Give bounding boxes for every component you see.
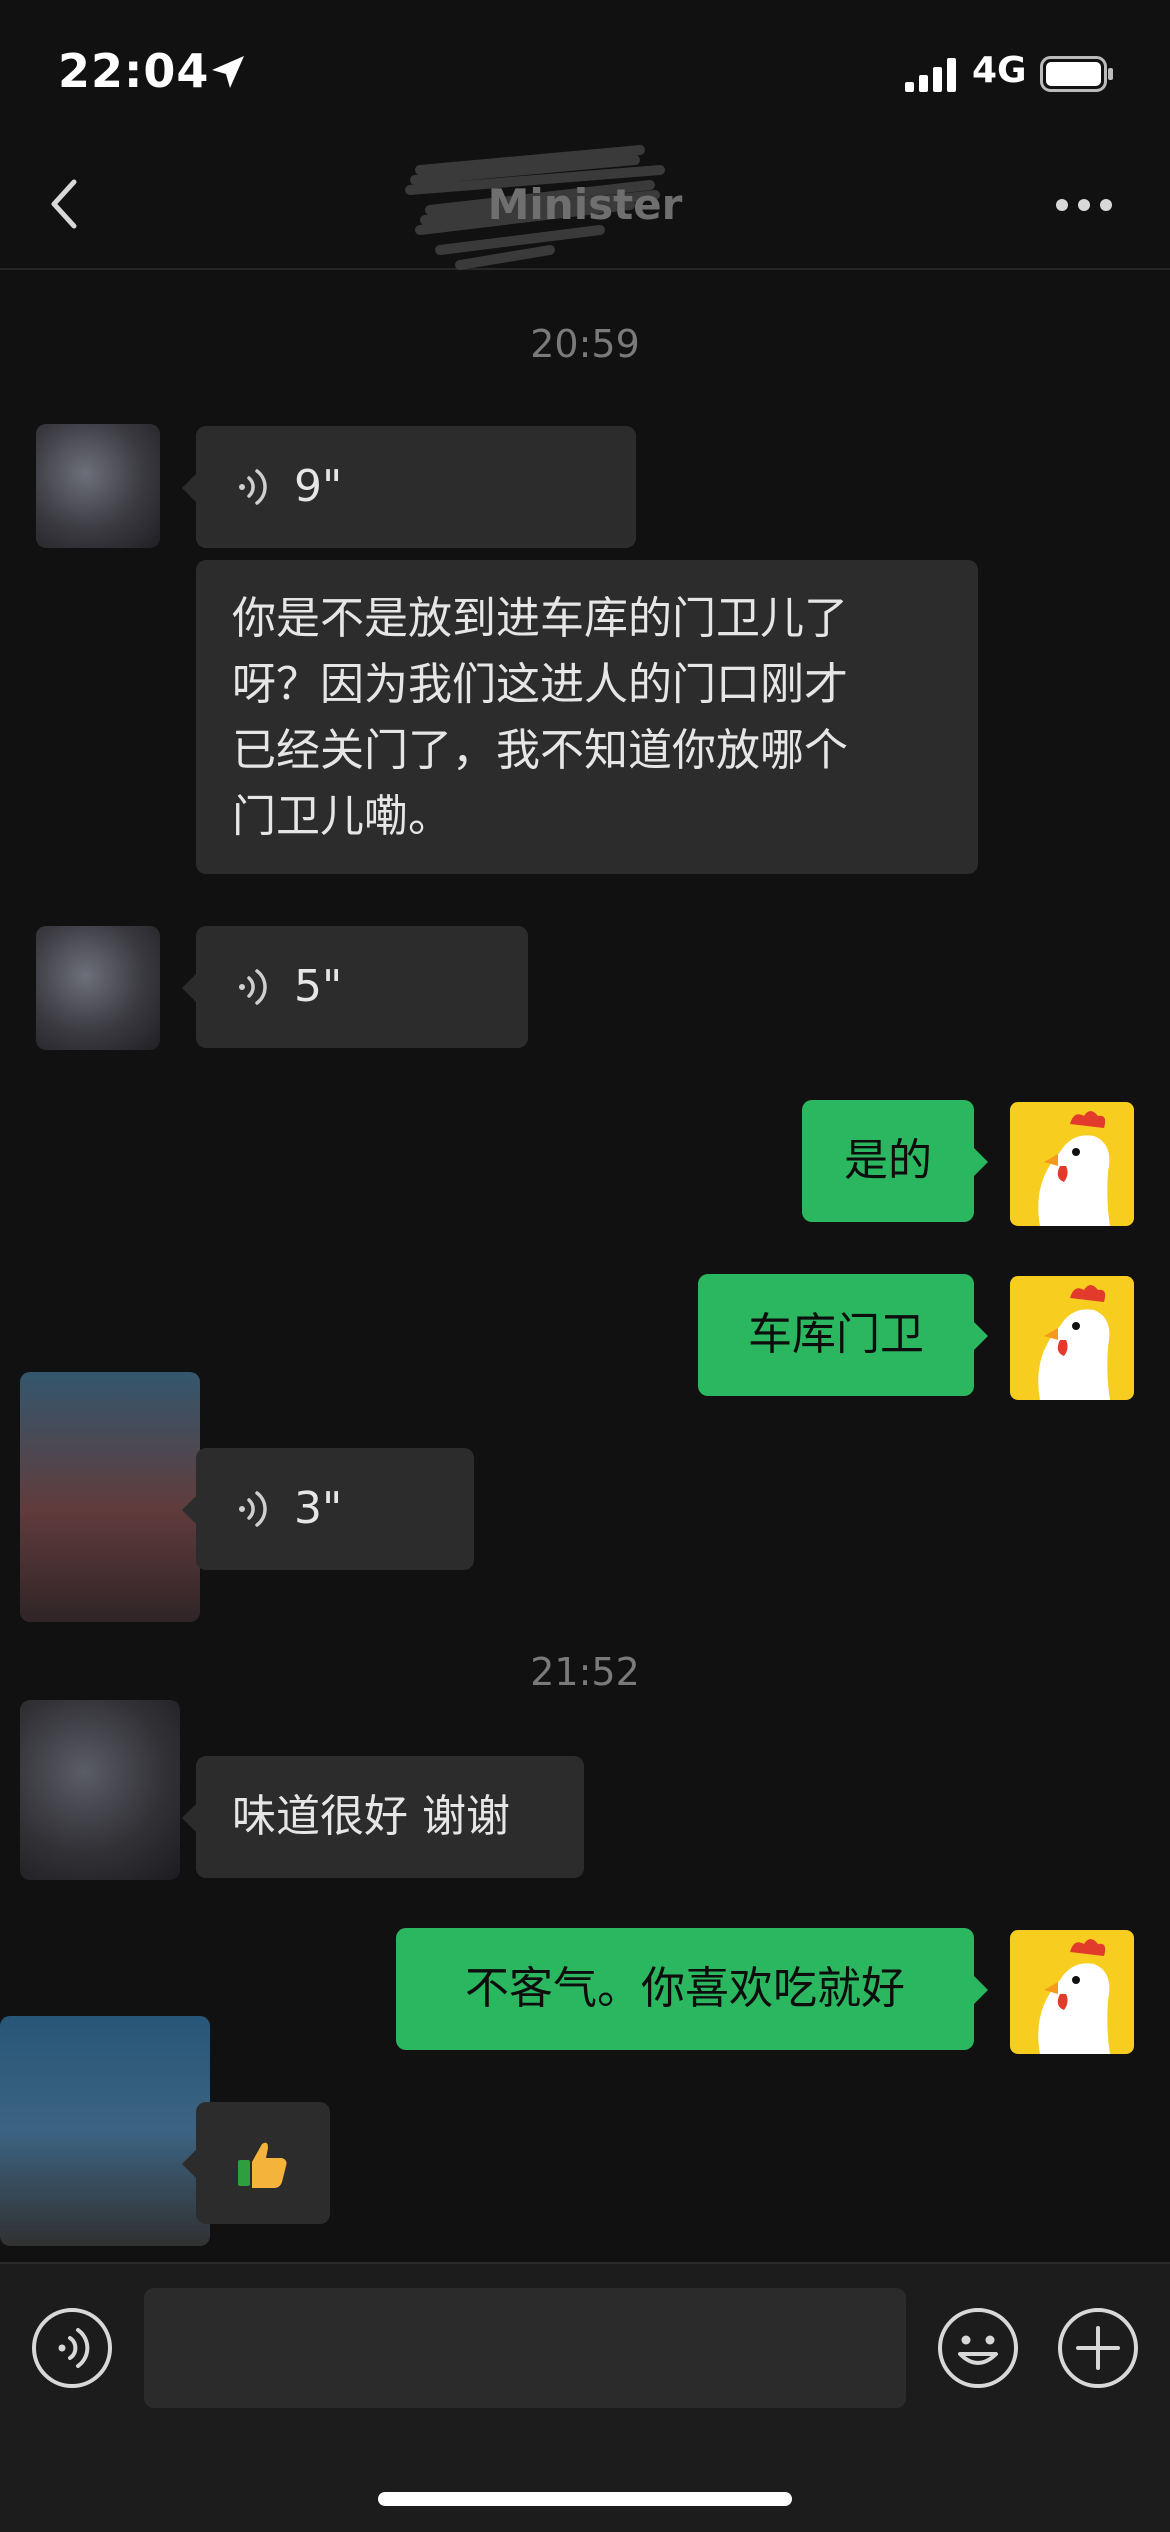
message-text-line: 已经关门了，我不知道你放哪个 xyxy=(232,725,848,776)
contact-avatar[interactable] xyxy=(20,1372,200,1622)
timestamp: 21:52 xyxy=(530,1650,640,1694)
emoji-face-icon[interactable] xyxy=(936,2306,1020,2390)
voice-message-bubble[interactable]: 9" xyxy=(182,426,636,548)
voice-wave-icon xyxy=(239,469,267,505)
sent-message-bubble[interactable]: 车库门卫 xyxy=(698,1274,988,1396)
chat-title[interactable]: Minister xyxy=(420,180,750,229)
thumbs-up-icon xyxy=(238,2142,287,2188)
voice-duration: 3" xyxy=(294,1483,343,1534)
status-time: 22:04 xyxy=(58,44,210,98)
user-avatar[interactable] xyxy=(1010,1930,1134,2054)
timestamp: 20:59 xyxy=(530,322,640,366)
chicken-avatar-icon xyxy=(1038,1111,1110,1226)
voice-wave-icon xyxy=(239,969,267,1005)
voice-duration: 5" xyxy=(294,961,343,1012)
voice-wave-icon xyxy=(239,1491,267,1527)
battery-icon xyxy=(1040,56,1113,92)
home-indicator xyxy=(378,2492,792,2506)
message-text: 是的 xyxy=(844,1135,932,1186)
voice-message-bubble[interactable]: 5" xyxy=(182,926,528,1048)
user-avatar[interactable] xyxy=(1010,1102,1134,1226)
user-avatar[interactable] xyxy=(1010,1276,1134,1400)
plus-icon[interactable] xyxy=(1056,2306,1140,2390)
sent-message-bubble[interactable]: 不客气。你喜欢吃就好 xyxy=(396,1928,988,2050)
more-options-icon[interactable] xyxy=(1054,196,1114,214)
sent-message-bubble[interactable]: 是的 xyxy=(802,1100,988,1222)
text-message-bubble[interactable]: 味道很好 谢谢 xyxy=(182,1756,584,1878)
contact-avatar[interactable] xyxy=(36,424,160,548)
emoji-message-bubble[interactable]: 👍 xyxy=(182,2102,330,2224)
message-text: 味道很好 谢谢 xyxy=(232,1791,510,1842)
message-text-line: 你是不是放到进车库的门卫儿了 xyxy=(232,593,848,644)
contact-avatar[interactable] xyxy=(36,926,160,1050)
signal-icon xyxy=(905,58,956,92)
voice-input-icon[interactable] xyxy=(30,2306,114,2390)
chat-header: Minister xyxy=(0,140,1170,270)
contact-avatar[interactable] xyxy=(0,2016,210,2246)
message-text-line: 呀？因为我们这进人的门口刚才 xyxy=(232,659,848,710)
message-text: 不客气。你喜欢吃就好 xyxy=(465,1963,905,2014)
network-label: 4G xyxy=(972,50,1027,91)
chicken-avatar-icon xyxy=(1038,1939,1110,2054)
back-chevron-icon[interactable] xyxy=(40,174,90,234)
location-arrow-icon xyxy=(212,56,244,88)
status-bar: 22:04 4G xyxy=(0,0,1170,140)
chicken-avatar-icon xyxy=(1038,1285,1110,1400)
contact-avatar[interactable] xyxy=(20,1700,180,1880)
message-input[interactable] xyxy=(144,2288,906,2408)
voice-message-bubble[interactable]: 3" xyxy=(182,1448,474,1570)
voice-duration: 9" xyxy=(294,461,343,512)
message-text-line: 门卫儿嘞。 xyxy=(232,791,452,842)
text-message-bubble[interactable]: 你是不是放到进车库的门卫儿了 呀？因为我们这进人的门口刚才 已经关门了，我不知道… xyxy=(196,560,978,874)
message-text: 车库门卫 xyxy=(748,1309,924,1360)
